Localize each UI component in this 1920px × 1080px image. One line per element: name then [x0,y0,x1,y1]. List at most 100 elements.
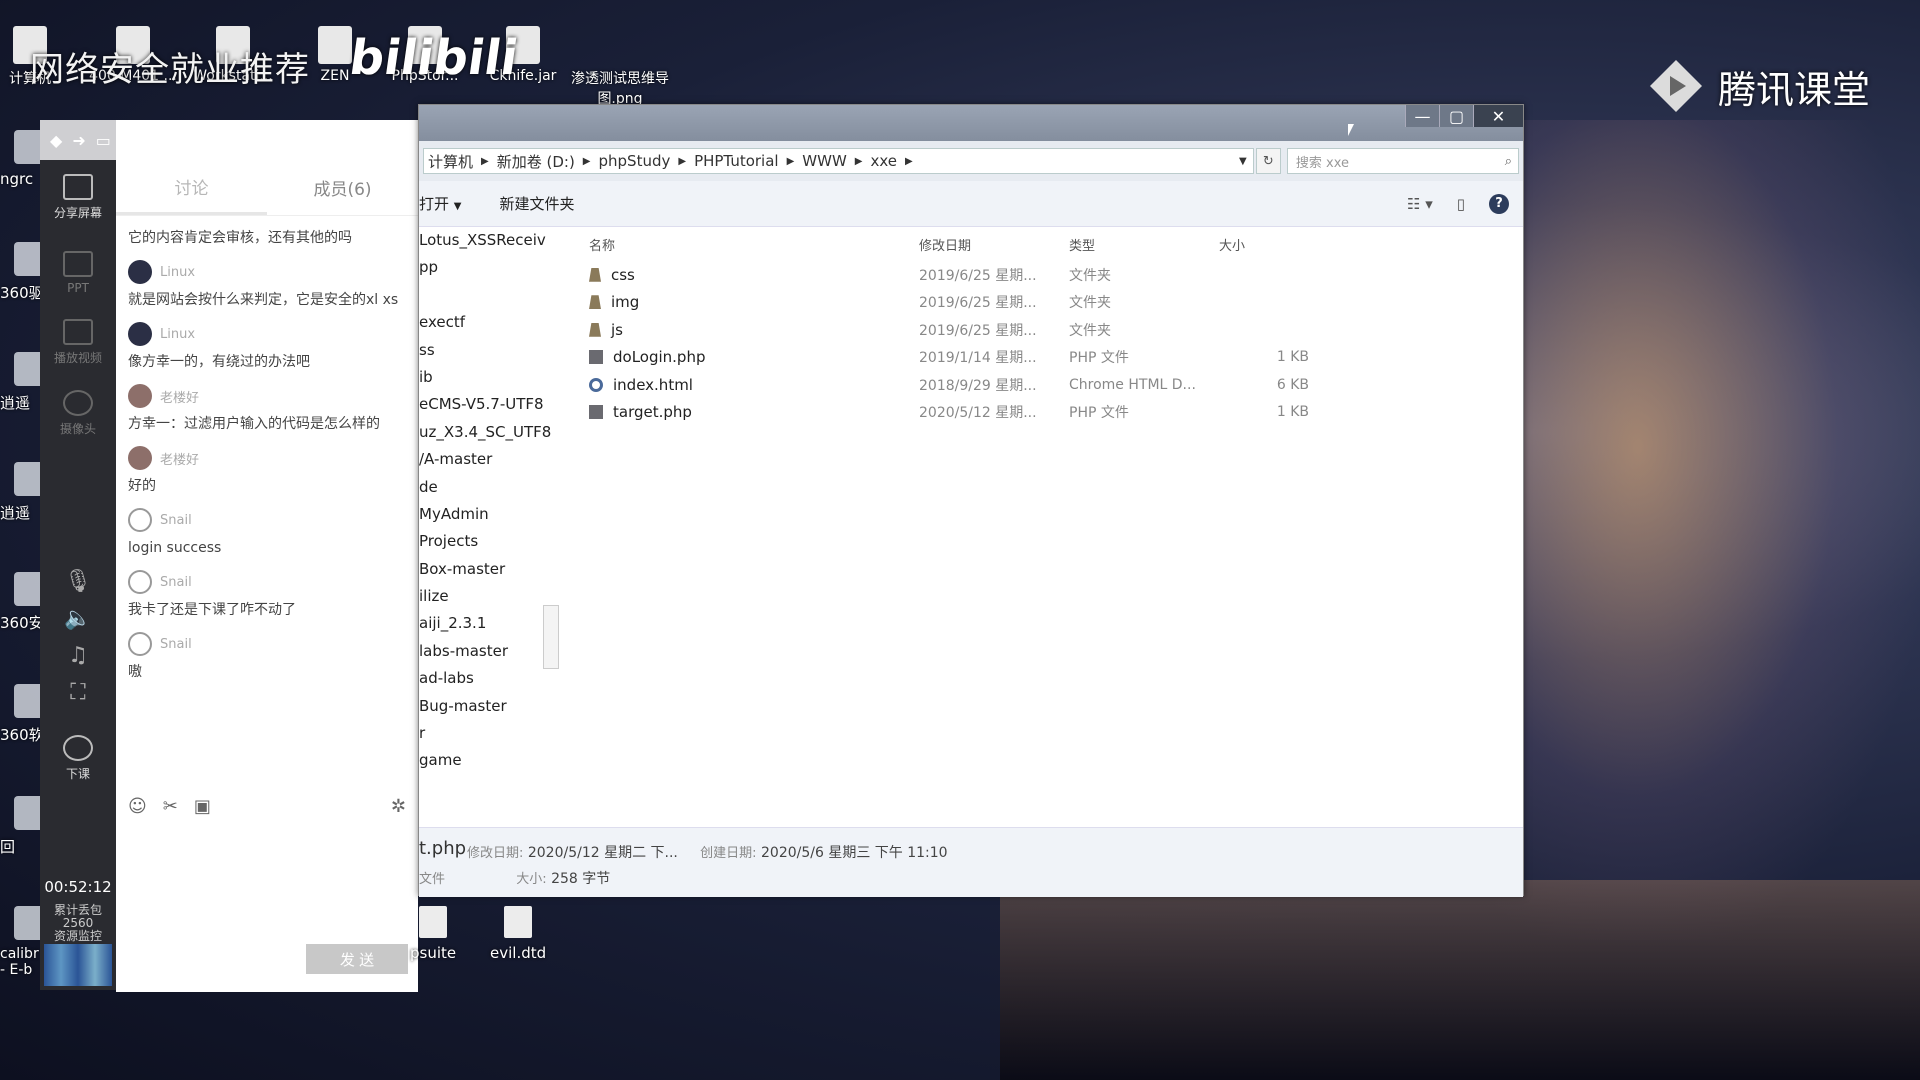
emoji-icon[interactable]: ☺ [128,796,147,817]
maximize-button[interactable]: ▢ [1439,105,1473,127]
message-author: Snail [128,632,406,656]
breadcrumb-item[interactable]: 新加卷 (D:) [497,151,575,172]
file-date: 2019/6/25 星期... [919,267,1037,284]
chevron-right-icon: ▶ [786,155,795,167]
nav-tree-item[interactable]: uz_X3.4_SC_UTF8 [419,419,559,446]
file-row[interactable]: img 2019/6/25 星期... 文件夹 [589,289,1523,317]
file-row[interactable]: css 2019/6/25 星期... 文件夹 [589,261,1523,289]
end-class-button[interactable]: 下课 [40,729,116,788]
nav-tree-item[interactable]: Bug-master [419,693,559,720]
file-name: index.html [589,376,919,394]
chevron-down-icon[interactable]: ▼ [1239,156,1247,167]
minimize-button[interactable]: — [1405,105,1439,127]
pin-icon[interactable]: ◆ [50,131,62,150]
open-button[interactable]: 打开 ▼ [419,193,476,214]
avatar [128,446,152,470]
desktop-left-icon[interactable]: 回 [0,796,44,857]
nav-tree-item[interactable]: Box-master [419,556,559,583]
navigation-scrollbar[interactable] [543,605,559,669]
nav-tree-item[interactable]: ilize [419,583,559,610]
file-row[interactable]: js 2019/6/25 星期... 文件夹 [589,316,1523,344]
desktop-icon-psuite[interactable]: psuite [410,906,456,962]
nav-tree-item[interactable]: r [419,720,559,747]
nav-tree-item[interactable]: labs-master [419,638,559,665]
microphone-icon[interactable]: 🎙 [40,563,116,600]
file-row[interactable]: index.html 2018/9/29 星期... Chrome HTML D..… [589,371,1523,399]
desktop-icon-evil-dtd[interactable]: evil.dtd [490,906,546,962]
help-icon[interactable]: ? [1489,193,1509,214]
nav-tree-item[interactable]: ad-labs [419,665,559,692]
music-icon[interactable]: ♫ [40,637,116,674]
desktop-left-icon[interactable]: 360驱 [0,242,44,303]
message-text: 它的内容肯定会审核，还有其他的吗 [128,230,352,246]
nav-tree-item[interactable]: ecms_v2.1.2 [419,802,559,807]
desktop-icon-mindmap[interactable]: 渗透测试思维导图.png [570,26,670,108]
nav-tree-item[interactable]: exectf [419,309,559,336]
nav-tree-item[interactable]: MyAdmin [419,501,559,528]
file-type: Chrome HTML D... [1069,376,1196,393]
bilibili-logo: bilibili [346,30,522,86]
nav-tree-item[interactable]: ib [419,364,559,391]
avatar [128,632,152,656]
settings-icon[interactable]: ✲ [391,796,406,817]
desktop-left-icon[interactable]: 360软 [0,684,44,745]
refresh-button[interactable]: ↻ [1255,148,1281,174]
image-icon[interactable]: ▣ [194,796,211,817]
breadcrumb[interactable]: 计算机 ▶ 新加卷 (D:) ▶ phpStudy ▶ PHPTutorial ▶ WW… [423,148,1254,174]
speaker-icon[interactable]: 🔈 [40,600,116,637]
nav-tree-item[interactable]: game [419,747,559,774]
desktop-left-icon[interactable]: 逍遥 [0,352,44,413]
breadcrumb-item[interactable]: PHPTutorial [694,152,779,170]
nav-tree-item[interactable]: aiji_2.3.1 [419,610,559,637]
message-author: Linux [128,260,406,284]
breadcrumb-item[interactable]: phpStudy [599,152,671,170]
new-folder-button[interactable]: 新建文件夹 [500,193,589,214]
search-input[interactable]: 搜索 xxe ⌕ [1286,148,1519,174]
file-icon [504,906,533,938]
breadcrumb-item[interactable]: xxe [870,152,897,170]
nav-tree-item[interactable]: Lotus_XSSReceiv [419,227,559,254]
message-author: 老楼好 [128,384,406,408]
send-button[interactable]: 发 送 [306,944,408,974]
ppt-button[interactable]: PPT [40,245,116,301]
message-text: login success [128,540,222,556]
play-video-button[interactable]: 播放视频 [40,313,116,372]
desktop-left-icon[interactable]: 360安 [0,572,44,633]
fullscreen-icon[interactable]: ⛶ [40,674,116,711]
view-options-icon[interactable]: ☷ ▾ [1407,195,1433,213]
camera-button[interactable]: 摄像头 [40,384,116,443]
nav-tree-item[interactable]: /A-master [419,446,559,473]
preview-pane-icon[interactable]: ▯ [1457,195,1465,213]
desktop-left-icon[interactable]: 逍遥 [0,462,44,523]
nav-tree-item[interactable]: de [419,474,559,501]
nav-tree-item[interactable]: pp [419,254,559,281]
desktop-left-icon[interactable]: ngrc [0,130,44,188]
chevron-right-icon: ▶ [582,155,591,167]
desktop-left-icon[interactable]: calibr - E-b [0,906,44,978]
column-name[interactable]: 名称 [589,235,919,254]
file-row[interactable]: target.php 2020/5/12 星期... PHP 文件 1 KB [589,399,1523,427]
share-screen-button[interactable]: 分享屏幕 [40,168,116,227]
close-button[interactable]: ✕ [1473,105,1523,127]
nav-tree-item[interactable]: ss [419,337,559,364]
column-date[interactable]: 修改日期 [919,235,1069,254]
nav-tree-item[interactable]: Projects [419,528,559,555]
file-name: img [589,293,919,311]
tab-members[interactable]: 成员(6) [267,160,418,215]
explorer-toolbar: 打开 ▼ 新建文件夹 ☷ ▾ ▯ ? [419,181,1523,227]
nav-tree-item[interactable]: eCMS-V5.7-UTF8 [419,391,559,418]
column-type[interactable]: 类型 [1069,235,1219,254]
breadcrumb-item[interactable]: WWW [802,152,847,170]
arrow-icon[interactable]: ➜ [72,131,85,150]
tab-discussion[interactable]: 讨论 [116,160,267,215]
breadcrumb-item[interactable]: 计算机 [428,151,473,172]
nav-tree-item[interactable] [419,775,559,802]
file-date: 2019/6/25 星期... [919,295,1037,312]
wallpaper-base [1000,880,1920,1080]
file-row[interactable]: doLogin.php 2019/1/14 星期... PHP 文件 1 KB [589,344,1523,372]
nav-tree-item[interactable] [419,282,559,309]
column-size[interactable]: 大小 [1219,235,1309,254]
window-icon[interactable]: ▭ [96,131,111,150]
scissors-icon[interactable]: ✂ [163,796,178,817]
video-icon [63,319,93,345]
